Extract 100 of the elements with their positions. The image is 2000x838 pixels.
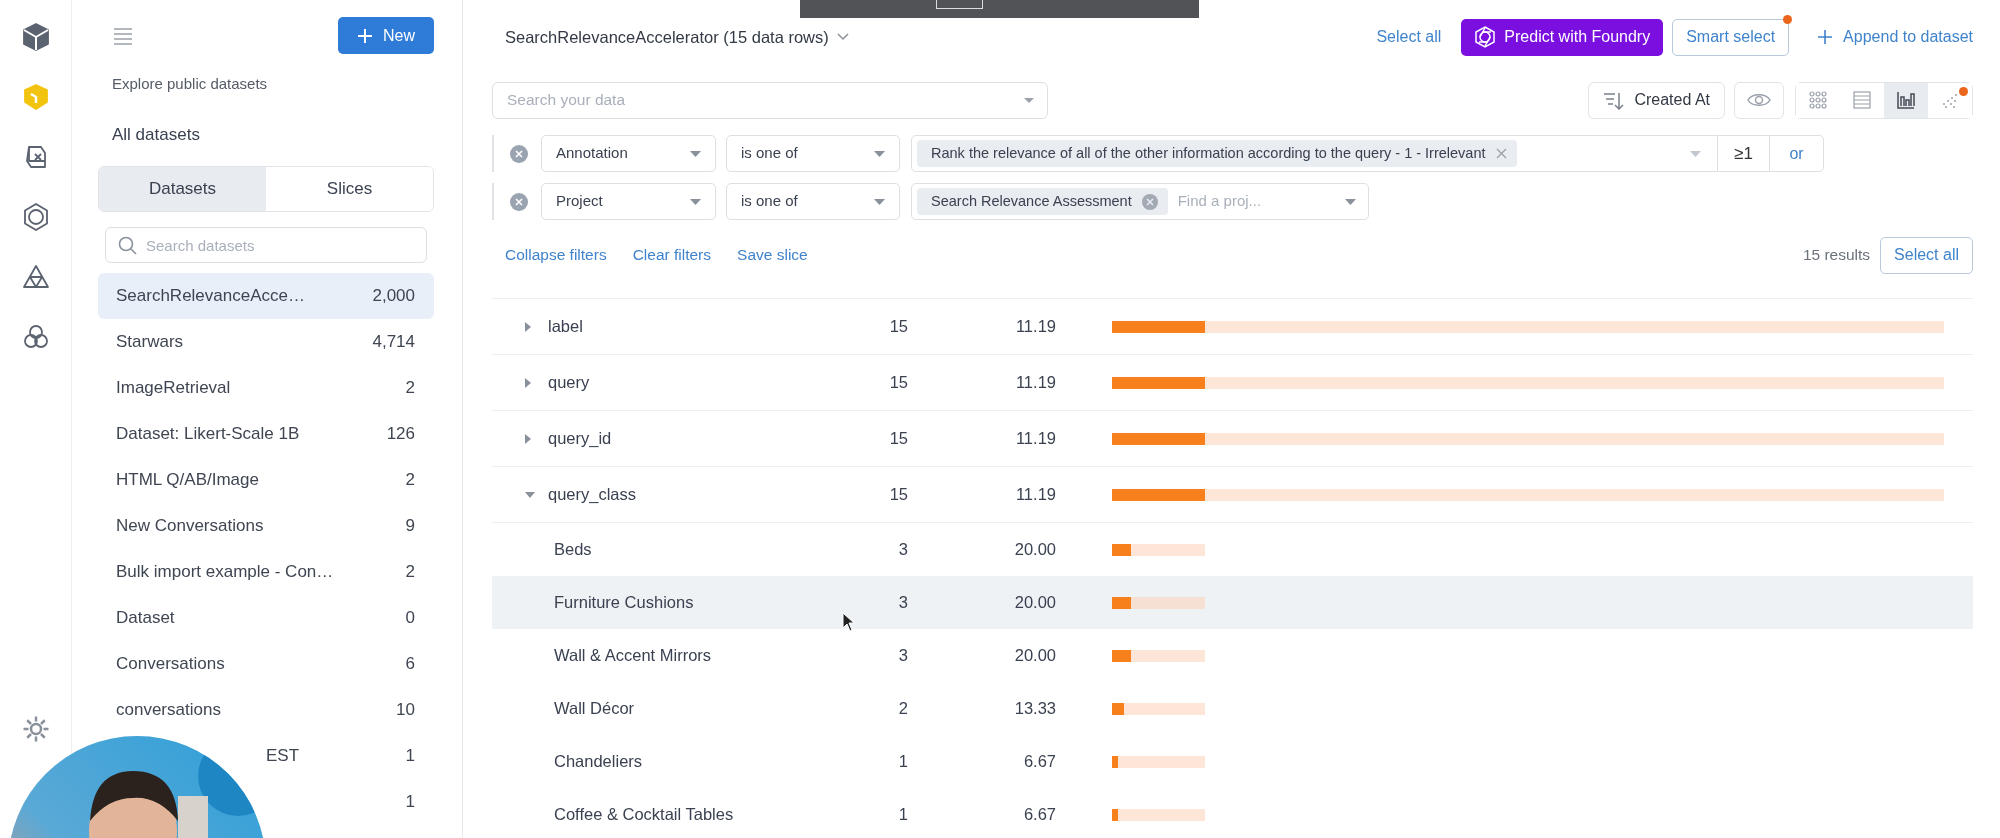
row-label: query_id xyxy=(548,428,613,450)
visibility-button[interactable] xyxy=(1734,81,1784,119)
append-button[interactable]: Append to dataset xyxy=(1817,25,1973,49)
dataset-count: 2 xyxy=(405,561,415,584)
select-all-link[interactable]: Select all xyxy=(1376,25,1442,49)
operator-select[interactable]: is one of xyxy=(726,183,900,220)
row-label: label xyxy=(548,316,584,338)
dataset-item[interactable]: New Conversations 9 xyxy=(98,503,434,549)
row-percent: 11.19 xyxy=(1014,372,1056,394)
view-toggle[interactable] xyxy=(1884,82,1928,118)
search-field[interactable]: Search your data xyxy=(492,81,1048,119)
row-percent: 20.00 xyxy=(1013,645,1056,667)
dataset-count: 1 xyxy=(405,745,415,768)
caret-icon xyxy=(874,198,885,205)
sort-icon xyxy=(1603,90,1625,110)
caret-icon xyxy=(1690,150,1701,157)
dataset-item[interactable]: Bulk import example - Con… 2 xyxy=(98,549,434,595)
dataset-name: conversations xyxy=(116,699,221,722)
cursor-icon xyxy=(842,612,856,632)
dataset-item[interactable]: 1 xyxy=(270,779,434,825)
section-heading: All datasets xyxy=(112,124,201,146)
tab[interactable]: Datasets xyxy=(99,167,266,211)
explore-link[interactable]: Explore public datasets xyxy=(112,74,434,94)
select-all-button[interactable]: Select all xyxy=(1880,236,1973,274)
value-field[interactable]: Search Relevance Assessment Find a proj... xyxy=(911,183,1369,220)
dataset-count: 9 xyxy=(405,515,415,538)
operator-select[interactable]: is one of xyxy=(726,135,900,172)
caret-icon xyxy=(874,150,885,157)
row-percent: 20.00 xyxy=(1013,539,1056,561)
row-count: 1 xyxy=(897,751,908,773)
filter-chip[interactable]: Search Relevance Assessment xyxy=(917,188,1168,215)
dataset-count: 4,714 xyxy=(372,331,415,354)
caret-icon xyxy=(690,198,701,205)
row-percent: 13.33 xyxy=(1013,698,1056,720)
row-percent: 11.19 xyxy=(1014,484,1056,506)
row-count: 15 xyxy=(888,372,908,394)
row-count: 3 xyxy=(897,539,908,561)
menu-icon[interactable] xyxy=(112,25,134,46)
caret-right-icon xyxy=(525,321,531,332)
dataset-item[interactable]: EST 1 xyxy=(248,733,434,779)
caret-right-icon xyxy=(525,433,531,444)
dataset-name: Dataset xyxy=(116,607,175,630)
plus-icon xyxy=(357,27,373,44)
dataset-item[interactable]: Dataset 0 xyxy=(98,595,434,641)
dataset-item[interactable]: SearchRelevanceAcce… 2,000 xyxy=(98,273,434,319)
value-field[interactable]: Rank the relevance of all of the other information according to the query - 1 - Irrelevant xyxy=(911,135,1718,172)
smart-select-button[interactable]: Smart select xyxy=(1672,18,1790,56)
chevron-down-icon xyxy=(836,33,849,41)
dataset-item[interactable]: Dataset: Likert-Scale 1B 126 xyxy=(98,411,434,457)
sort-button[interactable]: Created At xyxy=(1588,81,1725,119)
dataset-item[interactable]: ImageRetrieval 2 xyxy=(98,365,434,411)
dataset-name: SearchRelevanceAcce… xyxy=(116,285,305,308)
close-icon[interactable] xyxy=(1141,193,1158,210)
dataset-item[interactable]: Starwars 4,714 xyxy=(98,319,434,365)
cube-icon[interactable] xyxy=(20,22,51,52)
caret-down-icon xyxy=(525,491,535,498)
row-percent: 11.19 xyxy=(1014,316,1056,338)
dataset-item[interactable]: HTML Q/AB/Image 2 xyxy=(98,457,434,503)
dataset-count: 126 xyxy=(386,423,415,446)
row-label: Furniture Cushions xyxy=(554,592,695,614)
caret-right-icon xyxy=(525,377,531,388)
field-select[interactable]: Project xyxy=(541,183,716,220)
predict-button[interactable]: Predict with Foundry xyxy=(1461,18,1664,56)
dataset-selector[interactable]: SearchRelevanceAccelerator (15 data rows) xyxy=(505,24,849,50)
row-label: Beds xyxy=(554,539,593,561)
remove-filter-icon[interactable] xyxy=(510,144,528,163)
row-percent: 20.00 xyxy=(1013,592,1056,614)
row-label: Wall Décor xyxy=(554,698,636,720)
dataset-item[interactable]: conversations 10 xyxy=(98,687,434,733)
or-button[interactable]: or xyxy=(1770,135,1824,172)
view-switcher[interactable] xyxy=(1795,81,1973,119)
new-button[interactable]: New xyxy=(338,17,434,54)
dataset-name: Conversations xyxy=(116,653,225,676)
caret-icon xyxy=(1024,97,1034,103)
search-field[interactable]: Search datasets xyxy=(105,227,427,263)
dataset-item[interactable]: Conversations 6 xyxy=(98,641,434,687)
hexagon-icon xyxy=(1474,26,1497,48)
row-count: 1 xyxy=(897,804,908,826)
list-icon xyxy=(1853,91,1871,109)
dataset-count: 6 xyxy=(405,653,415,676)
row-percent: 6.67 xyxy=(1022,751,1056,773)
scatter-icon xyxy=(1941,91,1959,109)
dataset-count: 2 xyxy=(405,377,415,400)
row-percent: 6.67 xyxy=(1022,804,1056,826)
dataset-name: EST xyxy=(266,745,300,768)
filter-action-link[interactable]: Collapse filters xyxy=(505,243,607,267)
grid-icon xyxy=(1809,91,1827,109)
dataset-name: ImageRetrieval xyxy=(116,377,231,400)
field-select[interactable]: Annotation xyxy=(541,135,716,172)
filter-action-link[interactable]: Clear filters xyxy=(632,243,712,267)
remove-filter-icon[interactable] xyxy=(510,192,528,211)
row-label: query_class xyxy=(548,484,638,506)
dataset-count: 10 xyxy=(396,699,415,722)
row-label: Wall & Accent Mirrors xyxy=(554,645,713,667)
row-count: 15 xyxy=(888,316,908,338)
filter-chip[interactable]: Rank the relevance of all of the other information according to the query - 1 - Irrelevant xyxy=(917,140,1517,167)
filter-action-link[interactable]: Save slice xyxy=(737,243,808,267)
close-icon[interactable] xyxy=(1495,148,1507,159)
row-count: 2 xyxy=(897,698,908,720)
dataset-count: 2 xyxy=(405,469,415,492)
